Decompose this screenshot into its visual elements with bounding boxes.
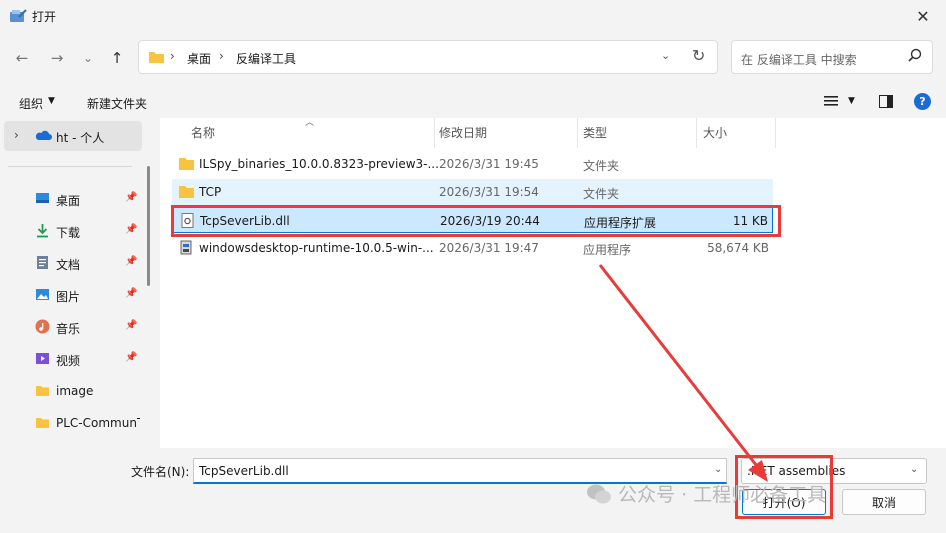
watermark-text: 公众号 · 工程师必备工具 bbox=[618, 484, 827, 506]
sidebar-item-music[interactable]: 音乐 📌 bbox=[0, 314, 142, 340]
pin-icon[interactable]: 📌 bbox=[125, 288, 137, 299]
column-header-type[interactable]: 类型 bbox=[583, 124, 607, 141]
folder-icon bbox=[179, 186, 194, 198]
cloud-icon bbox=[35, 130, 52, 140]
pin-icon[interactable]: 📌 bbox=[125, 352, 137, 363]
address-bar[interactable]: › 桌面 › 反编译工具 ⌄ ↻ bbox=[138, 40, 718, 74]
view-options-icon[interactable] bbox=[824, 95, 838, 107]
caret-down-icon: ▼ bbox=[48, 96, 55, 106]
refresh-icon[interactable]: ↻ bbox=[692, 46, 705, 65]
help-icon[interactable]: ? bbox=[914, 93, 931, 110]
file-row[interactable]: windowsdesktop-runtime-10.0.5-win-... 20… bbox=[172, 235, 773, 261]
file-row[interactable]: ILSpy_binaries_10.0.0.8323-preview3-... … bbox=[172, 151, 773, 177]
sidebar-item-image[interactable]: image bbox=[0, 378, 142, 404]
file-type: 文件夹 bbox=[583, 159, 620, 173]
breadcrumb-item-folder[interactable]: 反编译工具 bbox=[236, 50, 296, 67]
forward-button[interactable]: → bbox=[45, 46, 69, 70]
filename-value: TcpSeverLib.dll bbox=[199, 464, 289, 478]
sidebar-scrollbar[interactable] bbox=[147, 166, 150, 286]
recent-locations-button[interactable]: ⌄ bbox=[76, 46, 100, 70]
wechat-icon bbox=[587, 484, 611, 504]
preview-pane-button[interactable] bbox=[879, 95, 893, 108]
sort-ascending-icon: ︿ bbox=[305, 118, 315, 128]
sidebar-item-label: image bbox=[56, 384, 94, 398]
chevron-down-icon: ⌄ bbox=[82, 51, 94, 65]
caret-down-icon[interactable]: ▼ bbox=[848, 96, 855, 106]
annotation-highlight-file bbox=[171, 205, 781, 237]
download-icon bbox=[37, 224, 48, 238]
sidebar-item-pictures[interactable]: 图片 📌 bbox=[0, 282, 142, 308]
pin-icon[interactable]: 📌 bbox=[125, 192, 137, 203]
sidebar-item-videos[interactable]: 视频 📌 bbox=[0, 346, 142, 372]
sidebar-item-downloads[interactable]: 下载 📌 bbox=[0, 218, 142, 244]
window-title: 打开 bbox=[32, 10, 57, 24]
pin-icon[interactable]: 📌 bbox=[125, 320, 137, 331]
column-divider[interactable] bbox=[577, 118, 578, 148]
music-icon bbox=[35, 319, 50, 334]
sidebar-item-documents[interactable]: 文档 📌 bbox=[0, 250, 142, 276]
folder-icon bbox=[36, 386, 49, 396]
app-icon bbox=[10, 9, 27, 22]
breadcrumb-item-desktop[interactable]: 桌面 bbox=[187, 50, 211, 67]
file-type: 文件夹 bbox=[583, 187, 620, 201]
search-input[interactable]: 在 反编译工具 中搜索 bbox=[741, 51, 857, 68]
desktop-icon bbox=[36, 193, 49, 203]
file-date: 2026/3/31 19:45 bbox=[439, 157, 539, 171]
navigation-bar: ← → ⌄ ↑ › 桌面 › 反编译工具 ⌄ ↻ 在 反编译工具 中搜索 bbox=[0, 36, 946, 80]
column-divider[interactable] bbox=[775, 118, 776, 148]
sidebar-divider bbox=[8, 166, 132, 167]
video-icon bbox=[36, 353, 49, 364]
sidebar-item-desktop[interactable]: 桌面 📌 bbox=[0, 186, 142, 212]
arrow-right-icon: → bbox=[50, 49, 64, 67]
navigation-pane: › ht - 个人 桌面 📌 下载 📌 文档 📌 图片 📌 音乐 📌 视频 📌 bbox=[0, 118, 156, 448]
up-button[interactable]: ↑ bbox=[105, 46, 129, 70]
file-size: 58,674 KB bbox=[707, 241, 769, 255]
document-icon bbox=[37, 256, 48, 269]
file-name: windowsdesktop-runtime-10.0.5-win-... bbox=[199, 241, 434, 255]
column-divider[interactable] bbox=[434, 118, 435, 148]
folder-icon bbox=[149, 52, 164, 63]
organize-button[interactable]: 组织 bbox=[19, 95, 43, 112]
chevron-down-icon[interactable]: ⌄ bbox=[714, 464, 722, 475]
close-button[interactable]: ✕ bbox=[900, 0, 946, 32]
file-name: TCP bbox=[199, 185, 222, 199]
column-header-name[interactable]: 名称 bbox=[191, 124, 215, 141]
watermark: 公众号 · 工程师必备工具 bbox=[586, 480, 826, 507]
new-folder-button[interactable]: 新建文件夹 bbox=[87, 95, 147, 112]
close-icon: ✕ bbox=[916, 6, 930, 26]
file-list: ︿ 名称 修改日期 类型 大小 ILSpy_binaries_10.0.0.83… bbox=[160, 118, 946, 448]
folder-icon bbox=[36, 418, 49, 428]
file-row[interactable]: TCP 2026/3/31 19:54 文件夹 bbox=[172, 179, 773, 205]
chevron-right-icon[interactable]: › bbox=[14, 128, 19, 142]
cancel-button[interactable]: 取消 bbox=[842, 489, 926, 515]
pin-icon[interactable]: 📌 bbox=[125, 256, 137, 267]
search-icon bbox=[908, 48, 922, 62]
title-bar: 打开 ✕ bbox=[0, 0, 946, 32]
arrow-up-icon: ↑ bbox=[110, 49, 124, 67]
picture-icon bbox=[36, 289, 49, 300]
sidebar-item-label: ht - 个人 bbox=[56, 131, 105, 145]
file-type: 应用程序 bbox=[583, 243, 632, 257]
filename-label: 文件名(N): bbox=[131, 465, 190, 479]
file-date: 2026/3/31 19:47 bbox=[439, 241, 539, 255]
sidebar-item-plc[interactable]: PLC-CommunT bbox=[0, 410, 142, 436]
chevron-down-icon[interactable]: ⌄ bbox=[661, 49, 670, 62]
search-box[interactable]: 在 反编译工具 中搜索 bbox=[731, 40, 933, 74]
chevron-down-icon: ⌄ bbox=[910, 464, 919, 475]
folder-icon bbox=[179, 158, 194, 170]
file-name: ILSpy_binaries_10.0.0.8323-preview3-... bbox=[199, 157, 439, 171]
arrow-left-icon: ← bbox=[15, 49, 29, 67]
command-bar: 组织 ▼ 新建文件夹 ▼ ? bbox=[0, 88, 946, 116]
column-header-size[interactable]: 大小 bbox=[703, 124, 727, 141]
installer-icon bbox=[180, 240, 192, 255]
breadcrumb-separator: › bbox=[219, 49, 224, 63]
sidebar-item-label: PLC-CommunT bbox=[56, 416, 140, 430]
pin-icon[interactable]: 📌 bbox=[125, 224, 137, 235]
column-divider[interactable] bbox=[696, 118, 697, 148]
sidebar-item-onedrive[interactable]: › ht - 个人 bbox=[4, 121, 142, 151]
file-date: 2026/3/31 19:54 bbox=[439, 185, 539, 199]
column-header-date[interactable]: 修改日期 bbox=[439, 124, 487, 141]
breadcrumb-separator: › bbox=[170, 49, 175, 63]
back-button[interactable]: ← bbox=[10, 46, 34, 70]
